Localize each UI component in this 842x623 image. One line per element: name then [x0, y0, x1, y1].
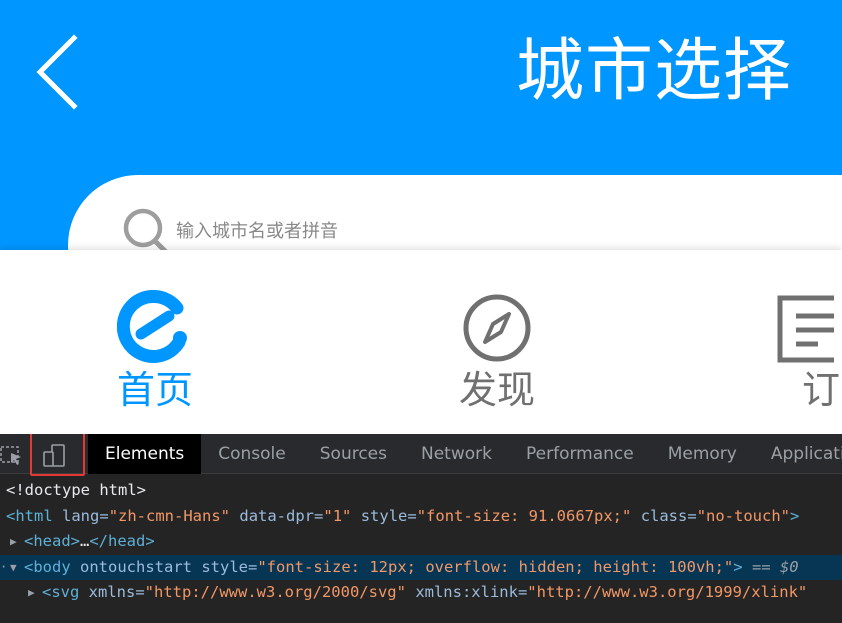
compass-icon	[463, 294, 531, 362]
dom-node-html[interactable]: <html lang="zh-cmn-Hans" data-dpr="1" st…	[0, 504, 842, 530]
tab-discover-label: 发现	[458, 368, 535, 412]
dom-node-doctype[interactable]: <!doctype html>	[0, 478, 842, 504]
expand-arrow-icon[interactable]: ▶	[10, 529, 17, 555]
order-list-icon	[777, 295, 834, 363]
devtools-tabs: Elements Console Sources Network Perform…	[88, 434, 842, 474]
dom-node-head[interactable]: ▶ <head>…</head>	[0, 529, 842, 555]
expand-arrow-icon[interactable]: ▶	[28, 580, 35, 606]
tab-orders[interactable]: 订	[740, 250, 842, 434]
selection-dot-icon: ·	[0, 559, 8, 574]
collapse-arrow-icon[interactable]: ▼	[10, 555, 17, 581]
tab-elements[interactable]: Elements	[88, 434, 202, 474]
search-icon	[123, 208, 168, 250]
back-arrow-icon[interactable]	[34, 34, 82, 110]
tab-orders-label: 订	[802, 368, 841, 412]
page-header: 城市选择	[0, 0, 842, 250]
dom-node-svg[interactable]: ▶ <svg xmlns="http://www.w3.org/2000/svg…	[0, 580, 842, 606]
tab-application[interactable]: Application	[754, 434, 842, 474]
device-mode-icon	[43, 444, 65, 467]
tab-home-label: 首页	[116, 368, 193, 412]
tab-network[interactable]: Network	[404, 434, 509, 474]
inspect-element-icon[interactable]	[0, 444, 24, 466]
bottom-tabbar: 首页 发现 订	[0, 250, 842, 434]
devtools-panel: Elements Console Sources Network Perform…	[0, 434, 842, 623]
tab-performance[interactable]: Performance	[509, 434, 651, 474]
tab-memory[interactable]: Memory	[651, 434, 754, 474]
tab-home[interactable]: 首页	[55, 250, 255, 434]
tab-console[interactable]: Console	[201, 434, 303, 474]
search-bar[interactable]	[68, 175, 842, 250]
dom-tree: <!doctype html> <html lang="zh-cmn-Hans"…	[0, 478, 842, 606]
devtools-toolbar: Elements Console Sources Network Perform…	[0, 434, 842, 476]
dom-node-body[interactable]: · ▼ <body ontouchstart style="font-size:…	[0, 554, 842, 581]
device-toolbar-toggle[interactable]	[30, 434, 85, 476]
search-input[interactable]	[176, 215, 676, 247]
tab-sources[interactable]: Sources	[303, 434, 404, 474]
tab-discover[interactable]: 发现	[397, 250, 597, 434]
eleme-logo-icon	[117, 290, 187, 363]
page-title: 城市选择	[515, 32, 792, 111]
